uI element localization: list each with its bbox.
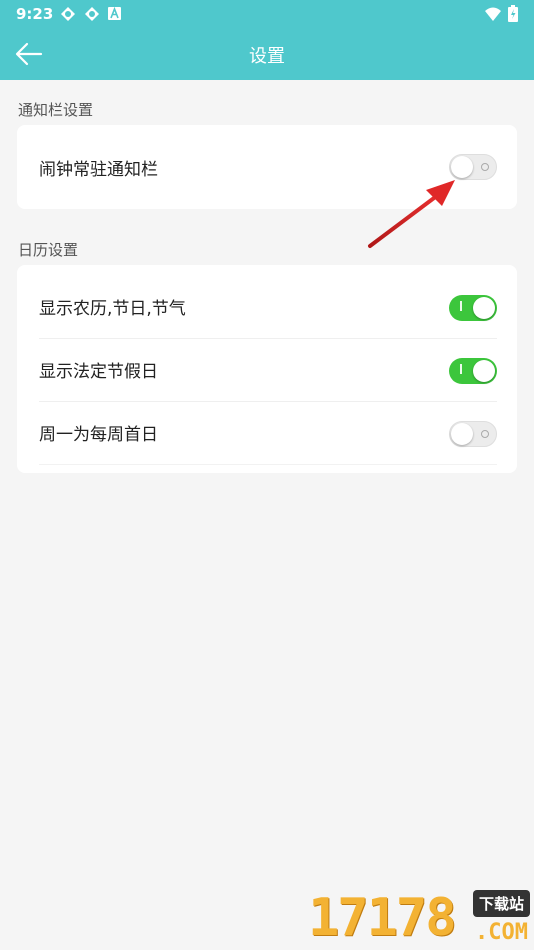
legal-holidays-toggle[interactable] xyxy=(449,358,497,384)
toggle-off-mark xyxy=(481,163,489,171)
setting-label: 显示农历,节日,节气 xyxy=(39,299,186,319)
section-label-calendar: 日历设置 xyxy=(18,241,79,259)
alarm-notification-toggle[interactable] xyxy=(449,154,497,180)
wifi-icon xyxy=(485,7,501,21)
watermark-logo: 17178 下载站 .COM xyxy=(308,886,534,950)
setting-label: 周一为每周首日 xyxy=(39,425,158,445)
a-icon xyxy=(108,7,121,20)
toggle-on-mark xyxy=(460,301,462,311)
toggle-knob xyxy=(451,423,473,445)
watermark-number: 17178 xyxy=(308,888,457,948)
setting-row-monday-first[interactable]: 周一为每周首日 xyxy=(39,402,497,465)
page-title: 设置 xyxy=(249,46,285,67)
app-bar: 设置 xyxy=(0,28,534,80)
watermark-suffix: .COM xyxy=(475,920,528,945)
setting-row-holidays[interactable]: 显示法定节假日 xyxy=(39,339,497,402)
setting-label: 闹钟常驻通知栏 xyxy=(39,160,158,180)
status-time: 9:23 xyxy=(16,5,54,23)
sync-icon xyxy=(61,7,75,21)
status-bar: 9:23 xyxy=(0,0,534,28)
calendar-settings-card: 显示农历,节日,节气 显示法定节假日 周一为每周首日 xyxy=(17,265,517,473)
setting-row-alarm-notification[interactable]: 闹钟常驻通知栏 xyxy=(39,125,497,209)
section-label-notification: 通知栏设置 xyxy=(18,101,94,119)
setting-label: 显示法定节假日 xyxy=(39,362,158,382)
monday-first-toggle[interactable] xyxy=(449,421,497,447)
notification-settings-card: 闹钟常驻通知栏 xyxy=(17,125,517,209)
sync-icon xyxy=(85,7,99,21)
toggle-off-mark xyxy=(481,430,489,438)
battery-icon xyxy=(508,5,518,22)
toggle-on-mark xyxy=(460,364,462,374)
toggle-knob xyxy=(473,360,495,382)
toggle-knob xyxy=(451,156,473,178)
toggle-knob xyxy=(473,297,495,319)
setting-row-lunar[interactable]: 显示农历,节日,节气 xyxy=(39,276,497,339)
lunar-festival-toggle[interactable] xyxy=(449,295,497,321)
watermark-badge: 下载站 xyxy=(472,890,530,917)
